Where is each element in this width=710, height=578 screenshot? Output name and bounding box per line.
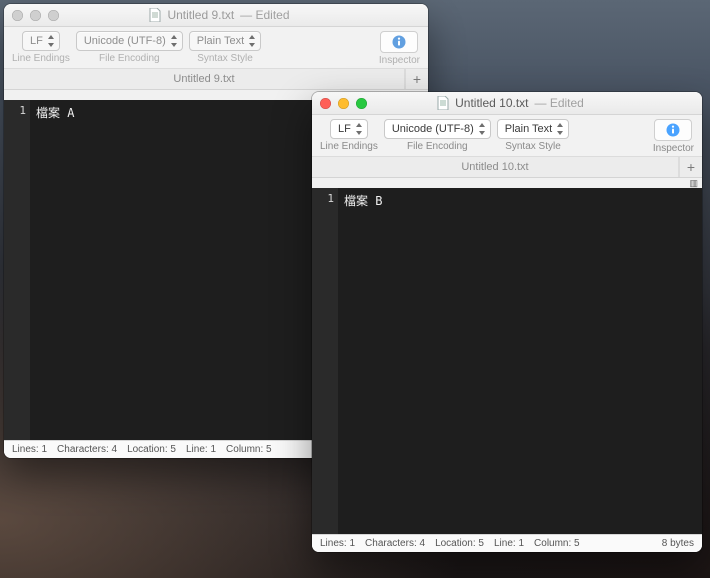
traffic-lights <box>12 10 59 21</box>
text-content[interactable]: 檔案 B <box>338 188 702 534</box>
line-endings-select[interactable]: LF <box>22 31 60 51</box>
tab-current[interactable]: Untitled 10.txt <box>312 157 679 177</box>
status-chars: Characters: 4 <box>365 538 425 549</box>
line-gutter: 1 <box>4 100 30 440</box>
new-tab-button[interactable]: + <box>679 157 702 177</box>
line-endings-label: Line Endings <box>320 141 378 152</box>
status-line: Line: 1 <box>186 444 216 455</box>
minimize-button[interactable] <box>30 10 41 21</box>
info-icon <box>392 35 406 49</box>
tab-current[interactable]: Untitled 9.txt <box>4 69 405 89</box>
inspector-button[interactable] <box>380 31 418 53</box>
file-encoding-label: File Encoding <box>407 141 468 152</box>
inspector-label: Inspector <box>653 143 694 154</box>
syntax-style-select[interactable]: Plain Text <box>189 31 262 51</box>
status-line: Line: 1 <box>494 538 524 549</box>
line-number: 1 <box>4 104 26 117</box>
file-encoding-select[interactable]: Unicode (UTF-8) <box>76 31 183 51</box>
window-title: Untitled 9.txt <box>167 8 234 22</box>
editor-window-front: Untitled 10.txt — Edited LF Line Endings… <box>312 92 702 552</box>
syntax-style-label: Syntax Style <box>197 53 253 64</box>
editor-area: 1 檔案 B <box>312 188 702 534</box>
chevron-updown-icon <box>556 122 564 136</box>
status-column: Column: 5 <box>534 538 580 549</box>
titlebar[interactable]: Untitled 10.txt — Edited <box>312 92 702 115</box>
line-endings-value: LF <box>338 123 351 135</box>
file-encoding-value: Unicode (UTF-8) <box>392 123 474 135</box>
syntax-style-value: Plain Text <box>505 123 553 135</box>
status-location: Location: 5 <box>127 444 176 455</box>
chevron-updown-icon <box>478 122 486 136</box>
status-column: Column: 5 <box>226 444 272 455</box>
info-icon <box>666 123 680 137</box>
titlebar[interactable]: Untitled 9.txt — Edited <box>4 4 428 27</box>
line-endings-select[interactable]: LF <box>330 119 368 139</box>
line-gutter: 1 <box>312 188 338 534</box>
tab-label: Untitled 9.txt <box>173 73 234 85</box>
status-lines: Lines: 1 <box>12 444 47 455</box>
chevron-updown-icon <box>170 34 178 48</box>
close-button[interactable] <box>12 10 23 21</box>
new-tab-button[interactable]: + <box>405 69 428 89</box>
edited-indicator: — Edited <box>240 8 289 22</box>
inspector-button[interactable] <box>654 119 692 141</box>
syntax-style-label: Syntax Style <box>505 141 561 152</box>
plus-icon: + <box>687 159 695 175</box>
file-encoding-select[interactable]: Unicode (UTF-8) <box>384 119 491 139</box>
toolbar: LF Line Endings Unicode (UTF-8) File Enc… <box>4 27 428 69</box>
syntax-style-value: Plain Text <box>197 35 245 47</box>
line-endings-label: Line Endings <box>12 53 70 64</box>
document-icon <box>437 96 449 110</box>
chevron-updown-icon <box>248 34 256 48</box>
chevron-updown-icon <box>47 34 55 48</box>
syntax-style-select[interactable]: Plain Text <box>497 119 570 139</box>
tab-label: Untitled 10.txt <box>461 161 528 173</box>
zoom-button[interactable] <box>356 98 367 109</box>
tab-bar: Untitled 10.txt + <box>312 157 702 178</box>
status-location: Location: 5 <box>435 538 484 549</box>
inspector-label: Inspector <box>379 55 420 66</box>
minimize-button[interactable] <box>338 98 349 109</box>
edited-indicator: — Edited <box>535 96 584 110</box>
split-indicator: ▥ <box>312 178 702 188</box>
chevron-updown-icon <box>355 122 363 136</box>
line-number: 1 <box>312 192 334 205</box>
plus-icon: + <box>413 71 421 87</box>
status-bar: Lines: 1 Characters: 4 Location: 5 Line:… <box>312 534 702 552</box>
zoom-button[interactable] <box>48 10 59 21</box>
status-bytes: 8 bytes <box>662 538 694 549</box>
split-icon[interactable]: ▥ <box>689 178 698 189</box>
document-icon <box>149 8 161 22</box>
close-button[interactable] <box>320 98 331 109</box>
tab-bar: Untitled 9.txt + <box>4 69 428 90</box>
traffic-lights <box>320 98 367 109</box>
status-lines: Lines: 1 <box>320 538 355 549</box>
window-title: Untitled 10.txt <box>455 96 528 110</box>
file-encoding-label: File Encoding <box>99 53 160 64</box>
toolbar: LF Line Endings Unicode (UTF-8) File Enc… <box>312 115 702 157</box>
file-encoding-value: Unicode (UTF-8) <box>84 35 166 47</box>
status-chars: Characters: 4 <box>57 444 117 455</box>
line-endings-value: LF <box>30 35 43 47</box>
